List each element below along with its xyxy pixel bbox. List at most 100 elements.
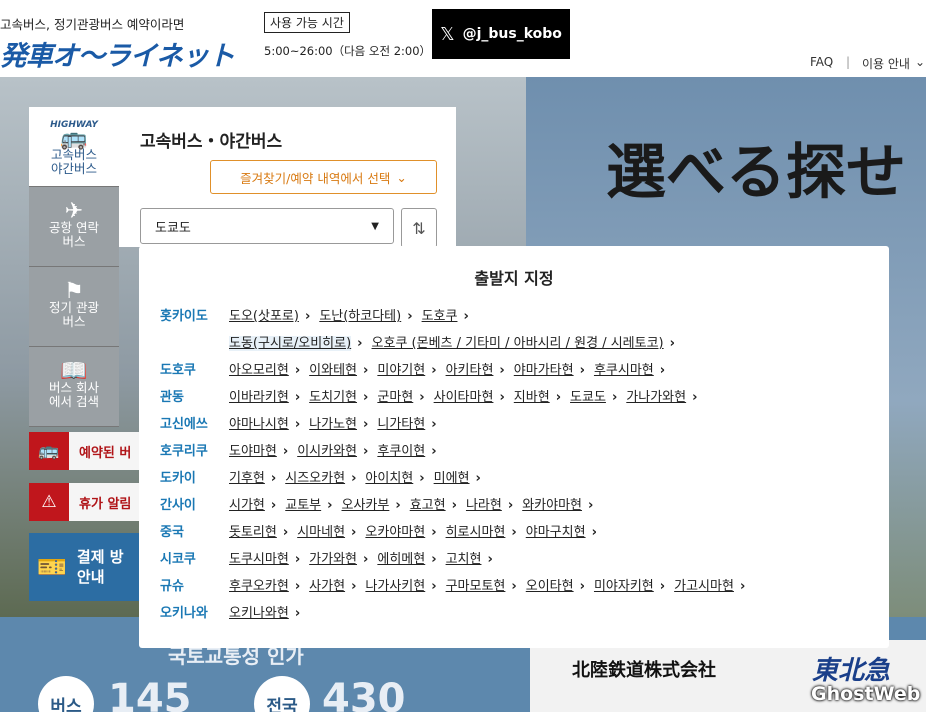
prefecture-link[interactable]: 도쿠시마현	[229, 552, 289, 567]
prefecture-link[interactable]: 후쿠시마현	[594, 363, 654, 378]
prefecture-link[interactable]: 효고현	[410, 498, 446, 513]
prefecture-link[interactable]: 니가타현	[377, 417, 425, 432]
chevron-right-icon: ›	[511, 579, 517, 594]
prefecture-link[interactable]: 오이타현	[526, 579, 574, 594]
chevron-right-icon: ›	[431, 552, 437, 567]
prefecture-link[interactable]: 후쿠이현	[377, 444, 425, 459]
chevron-right-icon: ›	[282, 525, 289, 540]
sidebar-item-airport[interactable]: ✈ 공항 연락 버스	[29, 187, 119, 267]
favorites-button[interactable]: 즐겨찾기/예약 내역에서 선택 ⌄	[210, 160, 437, 194]
prefecture-link[interactable]: 군마현	[377, 390, 413, 405]
swap-button[interactable]: ⇅	[401, 208, 437, 248]
prefecture-link[interactable]: 오호쿠 (몬베츠 / 기타미 / 아바시리 / 원경 / 시레토코)	[372, 336, 664, 351]
faq-link[interactable]: FAQ	[810, 55, 833, 69]
book-icon: 📖	[60, 358, 88, 384]
region-links: 도오(삿포로) › 도난(하코다테) › 도호쿠 ›	[229, 305, 478, 324]
chevron-right-icon: ›	[351, 525, 357, 540]
prefecture-link[interactable]: 도호쿠	[422, 309, 458, 324]
prefecture-link[interactable]: 나가사키현	[365, 579, 425, 594]
prefecture-link[interactable]: 아오모리현	[229, 363, 289, 378]
prefecture-link[interactable]: 가나가와현	[626, 390, 686, 405]
prefecture-link[interactable]: 시즈오카현	[285, 471, 345, 486]
chevron-right-icon: ›	[591, 525, 597, 540]
prefecture-link[interactable]: 후쿠오카현	[229, 579, 289, 594]
prefecture-link[interactable]: 도난(하코다테)	[319, 309, 401, 324]
region-label: 규슈	[160, 579, 184, 594]
chevron-right-icon: ›	[294, 390, 301, 405]
site-logo[interactable]: 発車オ～ライネット	[0, 34, 235, 73]
prefecture-link[interactable]: 가고시마현	[674, 579, 734, 594]
favorites-label: 즐겨찾기/예약 내역에서 선택	[240, 170, 391, 186]
region-links: 도쿠시마현 › 가가와현 › 에히메현 › 고치현 ›	[229, 548, 502, 567]
prefecture-link[interactable]: 도치기현	[309, 390, 357, 405]
prefecture-link[interactable]: 구마모토현	[446, 579, 506, 594]
x-account-link[interactable]: 𝕏 @j_bus_kobo	[432, 9, 570, 59]
prefecture-link[interactable]: 지바현	[514, 390, 550, 405]
prefecture-link[interactable]: 오키나와현	[229, 606, 289, 621]
prefecture-link[interactable]: 와카야마현	[522, 498, 582, 513]
chevron-right-icon: ›	[363, 390, 369, 405]
sidebar-item-company[interactable]: 📖 버스 회사 에서 검색	[29, 347, 119, 427]
site-header: 고속버스, 정기관광버스 예약이라면 発車オ～ライネット 사용 가능 시간 5:…	[0, 0, 926, 77]
prefecture-link[interactable]: 오사카부	[342, 498, 390, 513]
prefecture-link[interactable]: 아이치현	[365, 471, 413, 486]
prefecture-link[interactable]: 시가현	[229, 498, 265, 513]
prefecture-link[interactable]: 시마네현	[297, 525, 345, 540]
prefecture-link[interactable]: 미야기현	[377, 363, 425, 378]
prefecture-link[interactable]: 이바라키현	[229, 390, 289, 405]
chevron-down-icon: ⌄	[915, 55, 926, 69]
chevron-right-icon: ›	[363, 363, 369, 378]
bus-icon: 🚌	[29, 432, 69, 470]
prefecture-link[interactable]: 이와테현	[309, 363, 357, 378]
chevron-right-icon: ›	[431, 363, 437, 378]
region-links: 시가현 › 교토부 › 오사카부 › 효고현 › 나라현 › 와카야마현 ›	[229, 494, 602, 513]
prefecture-link[interactable]: 나라현	[466, 498, 502, 513]
chevron-right-icon: ›	[357, 336, 363, 351]
airplane-icon: ✈	[64, 198, 84, 224]
prefecture-link[interactable]: 가가와현	[309, 552, 357, 567]
prefecture-link[interactable]: 도오(삿포로)	[229, 309, 299, 324]
sidebar-item-highway[interactable]: HIGHWAY 🚌 고속버스 야간버스	[29, 107, 119, 187]
prefecture-link[interactable]: 고치현	[446, 552, 482, 567]
prefecture-link[interactable]: 이시카와현	[297, 444, 357, 459]
prefecture-link[interactable]: 야마구치현	[526, 525, 586, 540]
reserved-bus-bar[interactable]: 🚌 예약된 버	[29, 432, 139, 470]
bus-count: 145	[108, 676, 192, 712]
payment-guide[interactable]: 🎫 결제 방 안내	[29, 533, 139, 601]
prefecture-link[interactable]: 미에현	[434, 471, 470, 486]
caret-down-icon: ▼	[371, 220, 379, 232]
guide-link[interactable]: 이용 안내	[862, 55, 910, 72]
chevron-right-icon: ›	[294, 417, 301, 432]
chevron-right-icon: ›	[611, 390, 618, 405]
chevron-right-icon: ›	[588, 498, 594, 513]
prefecture-link[interactable]: 기후현	[229, 471, 265, 486]
chevron-right-icon: ›	[431, 444, 437, 459]
prefecture-link[interactable]: 도야마현	[229, 444, 277, 459]
region-links: 도야마현 › 이시카와현 › 후쿠이현 ›	[229, 440, 446, 459]
prefecture-link[interactable]: 돗토리현	[229, 525, 277, 540]
origin-select[interactable]: 도쿄도 ▼	[140, 208, 394, 244]
holiday-notice-bar[interactable]: ⚠ 휴가 알림	[29, 483, 139, 521]
prefecture-link[interactable]: 도동(구시로/오비히로)	[229, 336, 352, 351]
region-label: 간사이	[160, 498, 196, 513]
sidebar-item-label: 버스 회사 에서 검색	[49, 379, 99, 409]
prefecture-link[interactable]: 오카야마현	[365, 525, 425, 540]
hours-badge: 사용 가능 시간	[264, 12, 350, 33]
prefecture-link[interactable]: 나가노현	[309, 417, 357, 432]
prefecture-link[interactable]: 야마나시현	[229, 417, 289, 432]
prefecture-link[interactable]: 에히메현	[377, 552, 425, 567]
prefecture-link[interactable]: 사가현	[309, 579, 345, 594]
prefecture-link[interactable]: 교토부	[285, 498, 321, 513]
sidebar-item-tour[interactable]: ⚑ 정기 관광 버스	[29, 267, 119, 347]
chevron-right-icon: ›	[294, 606, 301, 621]
chevron-right-icon: ›	[739, 579, 746, 594]
prefecture-link[interactable]: 사이타마현	[434, 390, 494, 405]
prefecture-link[interactable]: 아키타현	[446, 363, 494, 378]
prefecture-link[interactable]: 히로시마현	[446, 525, 506, 540]
chevron-right-icon: ›	[451, 498, 457, 513]
watermark: GhostWeb	[811, 683, 921, 705]
prefecture-link[interactable]: 도쿄도	[570, 390, 606, 405]
prefecture-link[interactable]: 야마가타현	[514, 363, 574, 378]
chevron-right-icon: ›	[431, 579, 437, 594]
prefecture-link[interactable]: 미야자키현	[594, 579, 654, 594]
